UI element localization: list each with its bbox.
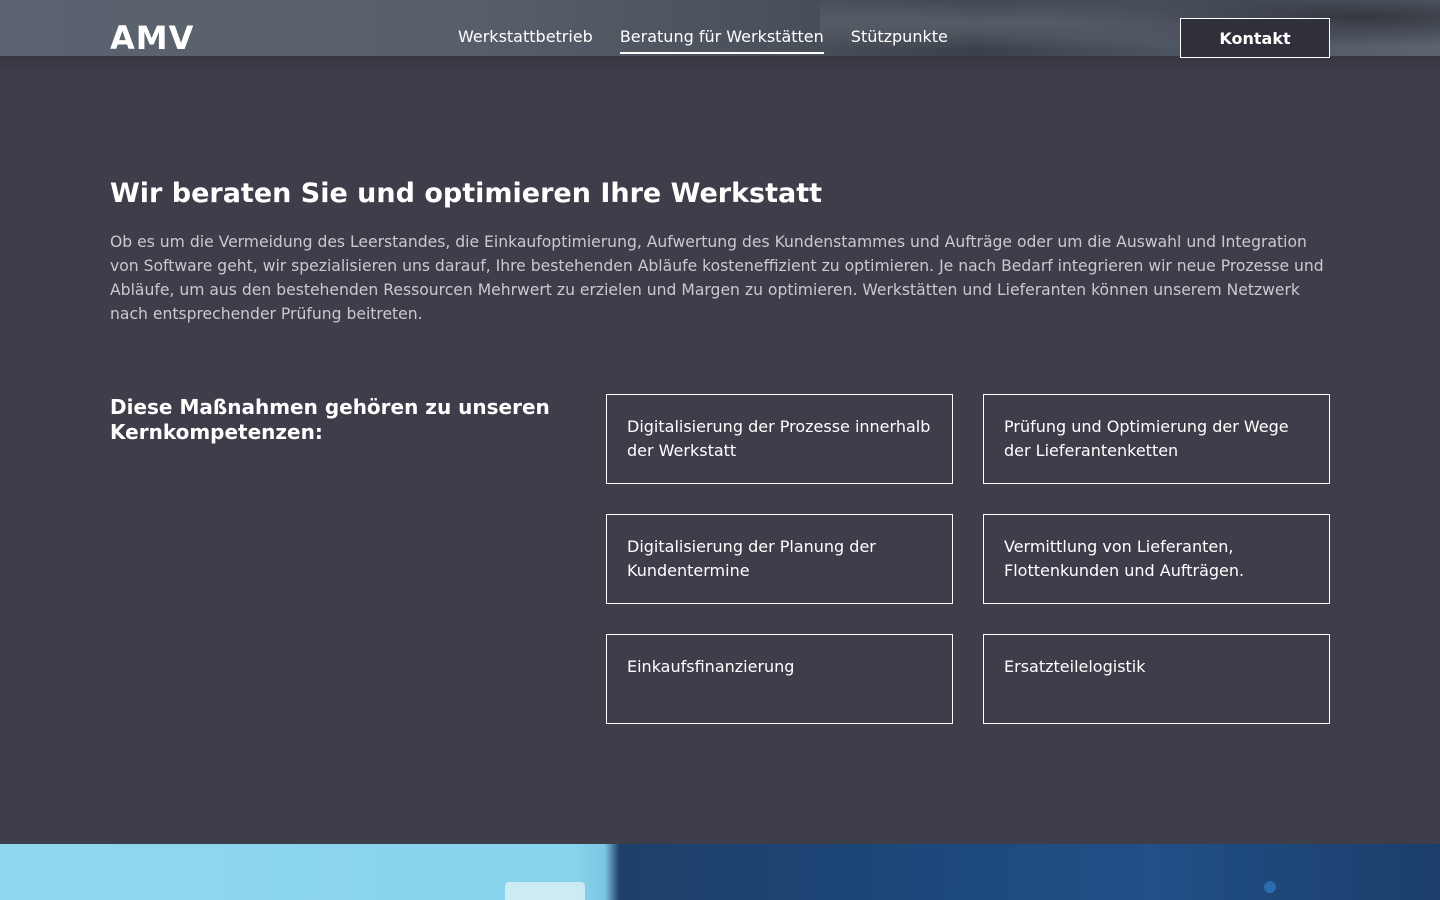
site-header: AMV Werkstattbetrieb Beratung für Werkst… [0,0,1440,76]
nav-item-werkstattbetrieb[interactable]: Werkstattbetrieb [458,26,593,54]
image-detail [505,882,585,900]
main-nav: Werkstattbetrieb Beratung für Werkstätte… [458,26,948,54]
competency-card: Einkaufsfinanzierung [606,634,953,724]
competencies-heading: Diese Maßnahmen gehören zu unseren Kernk… [110,395,550,444]
hero-image-strip [0,844,1440,900]
nav-item-stuetzpunkte[interactable]: Stützpunkte [851,26,948,54]
competency-card: Digitalisierung der Prozesse innerhalb d… [606,394,953,484]
page-title: Wir beraten Sie und optimieren Ihre Werk… [110,178,823,209]
logo[interactable]: AMV [110,18,194,58]
competency-card: Ersatzteilelogistik [983,634,1330,724]
competency-card: Vermittlung von Lieferanten, Flottenkund… [983,514,1330,604]
competency-card: Prüfung und Optimierung der Wege der Lie… [983,394,1330,484]
nav-item-beratung[interactable]: Beratung für Werkstätten [619,26,824,54]
image-detail [1264,881,1276,893]
competency-card: Digitalisierung der Planung der Kundente… [606,514,953,604]
intro-paragraph: Ob es um die Vermeidung des Leerstandes,… [110,233,1324,323]
contact-button[interactable]: Kontakt [1180,18,1330,58]
